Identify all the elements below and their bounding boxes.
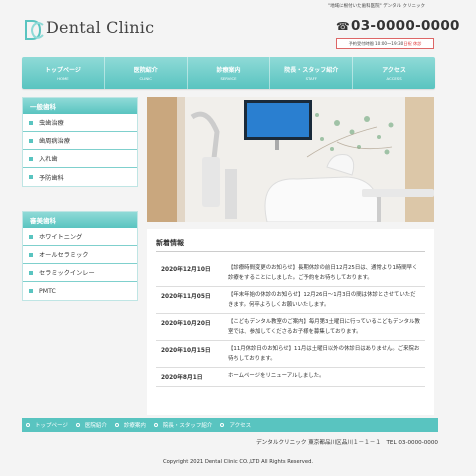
footer-link-label: 医院紹介 xyxy=(84,423,107,429)
closed-days: 日祝 休診 xyxy=(403,40,422,46)
sidebar-item-cavity[interactable]: 虫歯治療 xyxy=(23,114,137,132)
footer-link-label: 診療案内 xyxy=(123,423,146,429)
circle-bullet-icon xyxy=(75,423,80,427)
global-nav: トップページ HOME 医院紹介 CLINIC 診療案内 SERVICE 院長・… xyxy=(22,57,435,89)
sidebar-item-ceramic-inlay[interactable]: セラミックインレー xyxy=(23,264,137,282)
nav-label: アクセス xyxy=(382,67,406,74)
square-bullet-icon xyxy=(29,289,33,293)
footer-link-label: トップページ xyxy=(35,423,68,429)
news-date: 2020年8月1日 xyxy=(161,375,203,381)
footer-link-label: アクセス xyxy=(229,423,252,429)
sidebar-heading: 一般歯科 xyxy=(23,98,137,114)
news-date: 2020年11月05日 xyxy=(161,294,211,300)
circle-bullet-icon xyxy=(220,423,225,427)
square-bullet-icon xyxy=(29,156,33,161)
news-text: 【年末年始の休診のお知らせ】12月26日～1月3日の間は休診とさせていただきます… xyxy=(228,292,416,308)
footer-link-home[interactable]: トップページ xyxy=(26,421,68,429)
footer-link-clinic[interactable]: 医院紹介 xyxy=(75,421,107,429)
nav-label-en: STAFF xyxy=(305,76,317,81)
square-bullet-icon xyxy=(29,252,33,257)
news-text: 【こどもデンタル教室のご案内】毎月第3土曜日に行っているこどもデンタル教室では、… xyxy=(228,319,420,335)
news-divider xyxy=(156,251,425,252)
sidebar-item-label: 入れ歯 xyxy=(39,156,58,163)
sidebar-item-whitening[interactable]: ホワイトニング xyxy=(23,228,137,246)
news-item[interactable]: 2020年11月05日 【年末年始の休診のお知らせ】12月26日～1月3日の間は… xyxy=(156,287,425,314)
nav-item-home[interactable]: トップページ HOME xyxy=(22,57,105,89)
footer-link-access[interactable]: アクセス xyxy=(220,421,251,429)
news-title: 新着情報 xyxy=(156,239,184,247)
nav-label: 診療案内 xyxy=(216,67,241,74)
nav-item-clinic[interactable]: 医院紹介 CLINIC xyxy=(105,57,188,89)
news-item[interactable]: 2020年12月10日 【診療時間変更のお知らせ】長期休診の前日12月25日は、… xyxy=(156,260,425,287)
square-bullet-icon xyxy=(29,120,33,125)
sidebar-item-all-ceramic[interactable]: オールセラミック xyxy=(23,246,137,264)
phone-icon: ☎ xyxy=(336,20,350,33)
nav-label: トップページ xyxy=(44,67,81,74)
news-item[interactable]: 2020年10月20日 【こどもデンタル教室のご案内】毎月第3土曜日に行っている… xyxy=(156,314,425,341)
sidebar-item-label: オールセラミック xyxy=(39,252,89,259)
square-bullet-icon xyxy=(29,234,33,239)
news-section: 新着情報 2020年12月10日 【診療時間変更のお知らせ】長期休診の前日12月… xyxy=(147,229,434,415)
sidebar-item-label: 予防歯科 xyxy=(39,174,64,182)
sidebar-item-label: 虫歯治療 xyxy=(39,120,64,127)
nav-label-en: HOME xyxy=(57,76,69,81)
clinic-photo xyxy=(147,97,434,222)
square-bullet-icon xyxy=(29,270,33,275)
nav-label-en: ACCESS xyxy=(386,76,402,81)
sidebar-item-preventive[interactable]: 予防歯科 xyxy=(23,168,137,186)
nav-label-en: SERVICE xyxy=(220,76,237,81)
nav-label-en: CLINIC xyxy=(139,76,152,81)
clinic-address: デンタルクリニック 東京都品川区品川１－１－１ TEL 03-0000-0000 xyxy=(256,440,438,446)
nav-label: 医院紹介 xyxy=(133,67,158,74)
nav-label: 院長・スタッフ紹介 xyxy=(284,67,339,74)
nav-item-service[interactable]: 診療案内 SERVICE xyxy=(188,57,271,89)
news-text: 【11月休診日のお知らせ】11月は土曜日以外の休診日はありません。ご来院お待ちし… xyxy=(228,346,420,362)
sidebar-cosmetic: 審美歯科 ホワイトニング オールセラミック セラミックインレー PMTC xyxy=(22,211,138,301)
sidebar-general: 一般歯科 虫歯治療 歯周病治療 入れ歯 予防歯科 xyxy=(22,97,138,187)
news-date: 2020年12月10日 xyxy=(161,267,211,273)
copyright: Copyright 2021 Dental Clinic CO.,LTD All… xyxy=(162,459,314,465)
sidebar-item-pmtc[interactable]: PMTC xyxy=(23,282,137,300)
footer-link-label: 院長・スタッフ紹介 xyxy=(162,423,213,429)
nav-item-staff[interactable]: 院長・スタッフ紹介 STAFF xyxy=(270,57,354,89)
sidebar-item-periodontal[interactable]: 歯周病治療 xyxy=(23,132,137,150)
sidebar-item-label: PMTC xyxy=(39,287,56,295)
sidebar-item-dentures[interactable]: 入れ歯 xyxy=(23,150,137,168)
footer-nav: トップページ 医院紹介 診療案内 院長・スタッフ紹介 アクセス xyxy=(22,418,438,432)
reception-hours: 予約受付時間 10:00～19:30 日祝 休診 xyxy=(336,38,434,49)
circle-bullet-icon xyxy=(26,423,30,427)
news-item[interactable]: 2020年10月15日 【11月休診日のお知らせ】11月は土曜日以外の休診日はあ… xyxy=(156,341,425,368)
sidebar-item-label: 歯周病治療 xyxy=(39,138,70,145)
tagline: "地域に根付いた歯科医院" デンタル クリニック xyxy=(328,4,425,9)
news-text: ホームページをリニューアルしました。 xyxy=(228,373,325,379)
news-date: 2020年10月15日 xyxy=(161,348,211,354)
square-bullet-icon xyxy=(29,175,33,179)
sidebar-item-label: セラミックインレー xyxy=(39,270,95,277)
sidebar-heading: 審美歯科 xyxy=(23,212,137,228)
phone-number[interactable]: 03-0000-0000 xyxy=(351,18,460,34)
logo-text[interactable]: Dental Clinic xyxy=(46,18,154,37)
news-date: 2020年10月20日 xyxy=(161,321,211,327)
footer-link-staff[interactable]: 院長・スタッフ紹介 xyxy=(153,421,213,429)
sidebar-item-label: ホワイトニング xyxy=(39,234,83,241)
square-bullet-icon xyxy=(29,138,33,143)
tooth-logo-icon[interactable] xyxy=(22,18,46,42)
hours-text: 予約受付時間 10:00～19:30 xyxy=(348,40,404,46)
circle-bullet-icon xyxy=(114,423,119,427)
nav-item-access[interactable]: アクセス ACCESS xyxy=(353,57,435,89)
footer-link-service[interactable]: 診療案内 xyxy=(114,421,146,429)
news-text: 【診療時間変更のお知らせ】長期休診の前日12月25日は、通常より1時間早く診療を… xyxy=(228,265,418,281)
news-item[interactable]: 2020年8月1日 ホームページをリニューアルしました。 xyxy=(156,368,425,387)
circle-bullet-icon xyxy=(153,423,158,427)
